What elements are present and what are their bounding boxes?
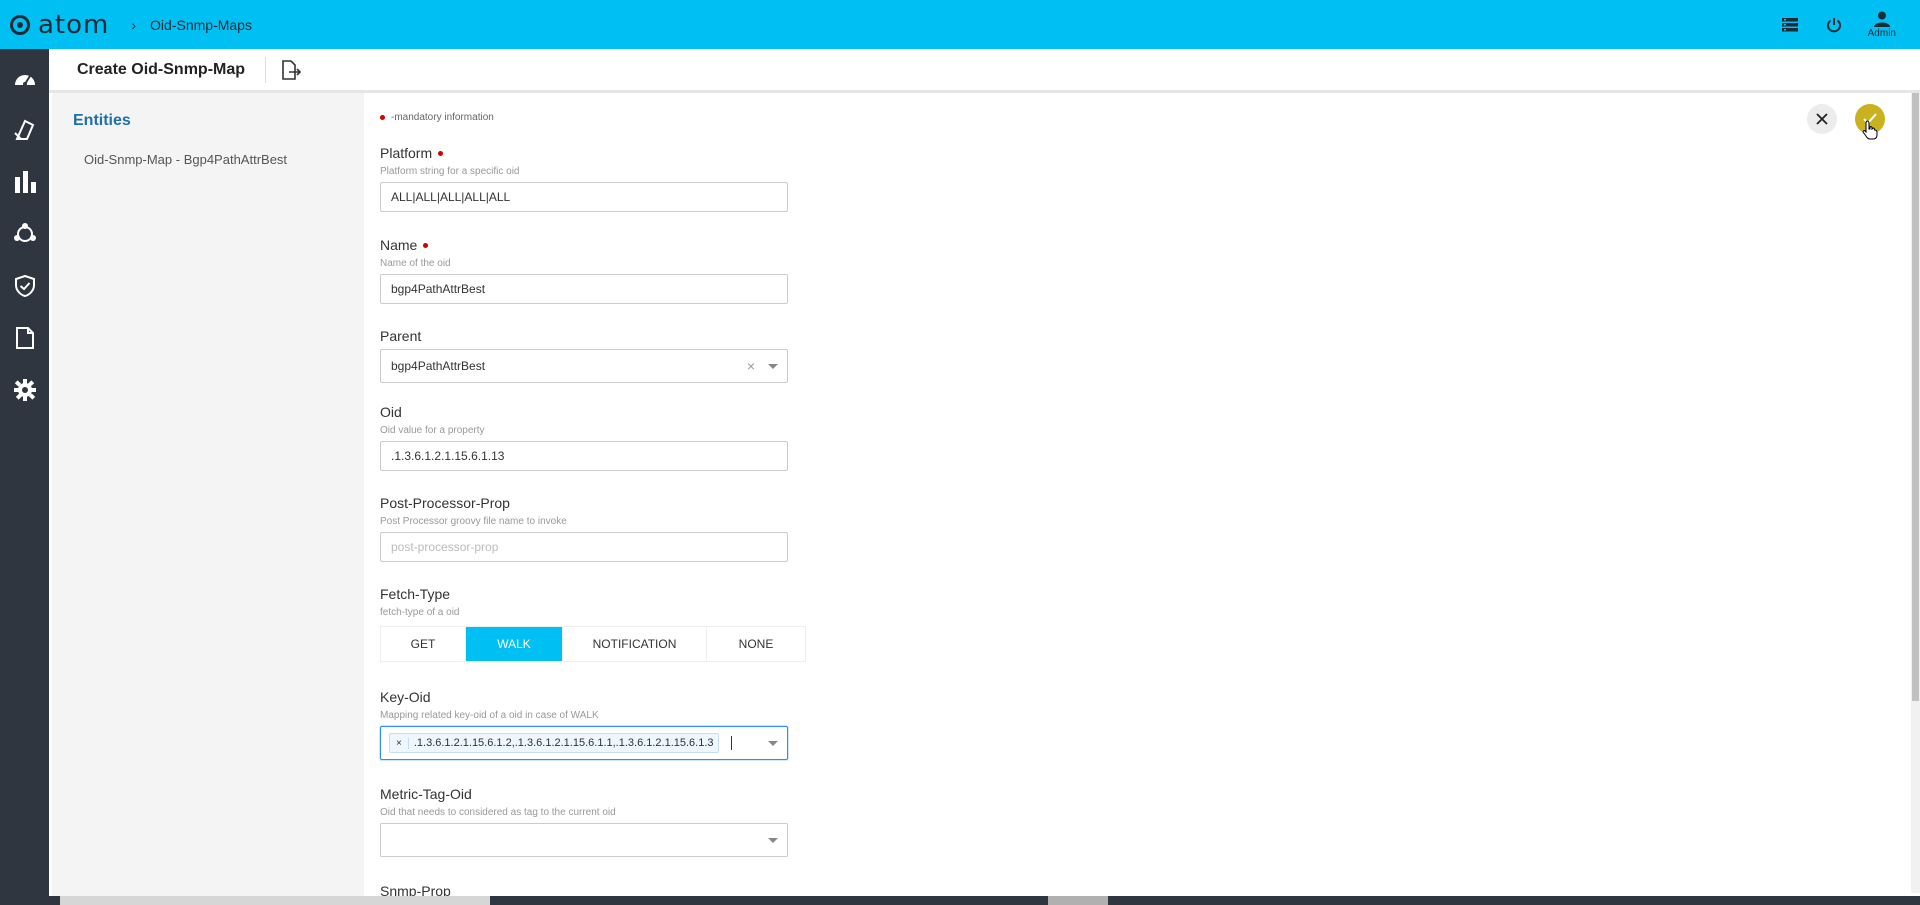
chevron-down-icon[interactable] — [768, 838, 778, 843]
platform-field: Platform Platform string for a specific … — [380, 145, 788, 212]
oid-value: .1.3.6.1.2.1.15.6.1.13 — [391, 449, 505, 463]
text-cursor — [730, 736, 732, 750]
document-icon[interactable] — [0, 312, 49, 364]
sub-header: Create Oid-Snmp-Map — [49, 49, 1920, 93]
key-oid-hint: Mapping related key-oid of a oid in case… — [380, 710, 599, 721]
required-dot-icon — [380, 115, 385, 120]
mandatory-text: -mandatory information — [391, 112, 494, 123]
name-value: bgp4PathAttrBest — [391, 282, 486, 296]
platform-input[interactable]: ALL|ALL|ALL|ALL|ALL — [380, 182, 788, 212]
metric-tag-oid-select[interactable] — [380, 823, 788, 857]
logo-icon — [10, 14, 30, 35]
key-oid-field: Key-Oid Mapping related key-oid of a oid… — [380, 689, 788, 760]
entities-title: Entities — [73, 112, 131, 129]
entities-panel: Entities Oid-Snmp-Map - Bgp4PathAttrBest — [52, 93, 364, 896]
fetch-type-field: Fetch-Type fetch-type of a oid GET WALK … — [380, 586, 820, 662]
chevron-down-icon[interactable] — [768, 364, 778, 369]
key-oid-label: Key-Oid — [380, 689, 431, 705]
shield-check-icon[interactable] — [0, 260, 49, 312]
fetch-type-notification[interactable]: NOTIFICATION — [563, 627, 707, 661]
close-icon — [1816, 113, 1828, 125]
metric-tag-oid-hint: Oid that needs to considered as tag to t… — [380, 807, 616, 818]
name-label: Name — [380, 237, 418, 253]
platform-hint: Platform string for a specific oid — [380, 166, 520, 177]
clear-icon[interactable]: × — [747, 358, 755, 374]
platform-label: Platform — [380, 145, 433, 161]
post-processor-field: Post-Processor-Prop Post Processor groov… — [380, 495, 788, 562]
required-dot-icon — [438, 150, 444, 156]
scrollbar-thumb[interactable] — [1912, 93, 1919, 701]
parent-select[interactable]: bgp4PathAttrBest × — [380, 349, 788, 383]
post-processor-placeholder: post-processor-prop — [391, 540, 499, 554]
user-icon — [1873, 11, 1890, 27]
chevron-right-icon: › — [131, 16, 137, 33]
entity-item[interactable]: Oid-Snmp-Map - Bgp4PathAttrBest — [84, 152, 287, 167]
divider — [265, 56, 267, 83]
fetch-type-none[interactable]: NONE — [707, 627, 805, 661]
fetch-type-hint: fetch-type of a oid — [380, 607, 460, 618]
name-hint: Name of the oid — [380, 258, 451, 269]
create-form: -mandatory information Platform Platform… — [364, 93, 1920, 899]
horizontal-scrollbar[interactable] — [0, 896, 1920, 905]
vertical-scrollbar[interactable] — [1911, 93, 1920, 893]
post-processor-hint: Post Processor groovy file name to invok… — [380, 516, 567, 527]
parent-field: Parent bgp4PathAttrBest × — [380, 328, 788, 383]
export-document-icon[interactable] — [280, 59, 302, 81]
hand-cursor-icon — [1862, 120, 1878, 145]
platform-value: ALL|ALL|ALL|ALL|ALL — [391, 190, 511, 204]
parent-value: bgp4PathAttrBest — [391, 359, 486, 373]
fetch-type-get[interactable]: GET — [381, 627, 466, 661]
key-oid-chip: × .1.3.6.1.2.1.15.6.1.2,.1.3.6.1.2.1.15.… — [389, 733, 719, 753]
oid-input[interactable]: .1.3.6.1.2.1.15.6.1.13 — [380, 441, 788, 471]
left-sidebar — [0, 49, 49, 905]
page-title: Create Oid-Snmp-Map — [77, 60, 246, 78]
user-label: Admin — [1867, 27, 1896, 39]
breadcrumb[interactable]: Oid-Snmp-Maps — [150, 17, 252, 33]
metric-tag-oid-field: Metric-Tag-Oid Oid that needs to conside… — [380, 786, 788, 857]
power-icon[interactable] — [1824, 15, 1844, 35]
fetch-type-walk[interactable]: WALK — [466, 627, 563, 661]
bar-chart-icon[interactable] — [0, 156, 49, 208]
oid-label: Oid — [380, 404, 402, 420]
atom-logo[interactable]: atom — [10, 10, 109, 40]
fetch-type-toggle-group: GET WALK NOTIFICATION NONE — [380, 626, 806, 662]
post-processor-label: Post-Processor-Prop — [380, 495, 510, 511]
chip-remove-icon[interactable]: × — [390, 737, 409, 749]
user-menu[interactable]: Admin — [1868, 11, 1896, 39]
fetch-type-label: Fetch-Type — [380, 586, 451, 602]
key-oid-chip-value: .1.3.6.1.2.1.15.6.1.2,.1.3.6.1.2.1.15.6.… — [413, 737, 714, 749]
close-button[interactable] — [1807, 104, 1837, 134]
logo-text: atom — [38, 9, 110, 40]
key-oid-select[interactable]: × .1.3.6.1.2.1.15.6.1.2,.1.3.6.1.2.1.15.… — [380, 726, 788, 760]
server-list-icon[interactable] — [1780, 15, 1800, 35]
scrollbar-track-segment — [60, 896, 490, 905]
dashboard-icon[interactable] — [0, 52, 49, 104]
oid-field: Oid Oid value for a property .1.3.6.1.2.… — [380, 404, 788, 471]
oid-hint: Oid value for a property — [380, 425, 485, 436]
required-dot-icon — [423, 242, 429, 248]
parent-label: Parent — [380, 328, 422, 344]
scrollbar-thumb[interactable] — [1048, 896, 1108, 905]
chevron-down-icon[interactable] — [768, 741, 778, 746]
mandatory-note: -mandatory information — [380, 112, 494, 123]
settings-icon[interactable] — [0, 364, 49, 416]
name-field: Name Name of the oid bgp4PathAttrBest — [380, 237, 788, 304]
top-bar: atom › Oid-Snmp-Maps Admin — [0, 0, 1920, 49]
devices-icon[interactable] — [0, 104, 49, 156]
topology-icon[interactable] — [0, 208, 49, 260]
metric-tag-oid-label: Metric-Tag-Oid — [380, 786, 472, 802]
name-input[interactable]: bgp4PathAttrBest — [380, 274, 788, 304]
post-processor-input[interactable]: post-processor-prop — [380, 532, 788, 562]
